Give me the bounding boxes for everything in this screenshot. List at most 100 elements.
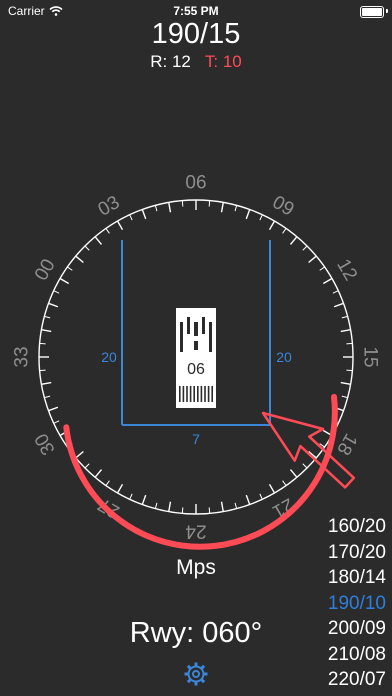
compass-tick [319,266,325,271]
compass-tick [181,200,184,207]
right-distance-label: 20 [276,349,292,365]
compass-tick [53,290,60,294]
compass-tick [39,342,46,345]
compass-label: 24 [185,521,207,542]
bottom-distance-label: 7 [192,431,200,447]
threshold-stripe [200,386,203,402]
threshold-stripe [211,386,213,402]
wind-list-item[interactable]: 180/14 [328,565,386,591]
compass-label: 18 [332,430,361,459]
wind-compass[interactable]: 060912151821242730330003 20 20 7 06 [0,160,392,560]
compass-tick [75,450,84,459]
wind-list-item[interactable]: 200/09 [328,616,386,642]
threshold-stripe [204,386,206,402]
wind-list-item[interactable]: 210/08 [328,642,386,668]
compass-tick [268,483,276,494]
wind-list-item[interactable]: 220/07 [328,667,386,693]
compass-tick [129,214,133,221]
compass-tick [220,202,224,213]
compass-tick [282,228,287,234]
compass-tick [84,245,90,251]
compass-tick [48,406,59,412]
compass-label: 12 [332,256,361,285]
compass-tick [341,395,348,399]
threshold-stripe [186,386,188,402]
compass-label: 00 [31,256,60,285]
compass-tick [259,214,263,221]
compass-tick [116,483,124,494]
compass-label: 30 [31,430,60,459]
compass-tick [154,502,158,509]
compass-tick [208,200,211,207]
compass-tick [340,329,351,333]
compass-tick [181,507,184,514]
compass-tick [168,501,172,512]
compass-tick [129,493,133,500]
compass-tick [39,369,46,372]
compass-label: 33 [12,346,33,367]
compass-tick [168,202,172,213]
compass-tick [289,236,298,245]
compass-tick [234,502,238,509]
compass-tick [94,469,103,478]
compass-tick [234,205,238,212]
compass-tick [48,302,59,308]
wind-list-item[interactable]: 160/20 [328,514,386,540]
compass-tick [245,209,251,220]
compass-label: 03 [95,192,124,221]
threshold-stripe [197,386,199,402]
compass-tick [105,228,110,234]
compass-tick [94,236,103,245]
compass-tick [346,342,353,345]
compass-tick [208,507,211,514]
runway-designator: 06 [187,361,205,378]
compass-tick [105,480,110,486]
threshold-stripe [193,386,195,402]
compass-tick [84,463,90,469]
compass-tick [322,277,333,285]
compass-tick [333,302,344,308]
compass-tick [302,463,308,469]
status-time: 7:55 PM [173,4,219,18]
compass-tick [332,290,339,294]
compass-tick [59,277,70,285]
compass-label: 09 [269,192,298,221]
compass-tick [268,220,276,231]
component-readout: R: 12 T: 10 [0,52,392,72]
compass-tick [302,245,308,251]
wind-list-item[interactable]: 170/20 [328,540,386,566]
compass-label: 15 [360,346,381,367]
compass-tick [116,220,124,231]
threshold-stripe [207,386,210,402]
compass-tick [245,494,251,505]
compass-tick [154,205,158,212]
compass-tick [340,381,351,385]
compass-tick [53,420,60,424]
left-distance-label: 20 [101,349,117,365]
compass-tick [141,494,147,505]
wind-list[interactable]: 160/20 170/20 180/14 190/10 200/09 210/0… [328,514,386,693]
compass-tick [308,255,317,264]
compass-tick [259,493,263,500]
compass-tick [220,501,224,512]
compass-label: 06 [185,173,206,194]
compass-tick [289,469,298,478]
gear-icon[interactable] [183,661,209,687]
compass-tick [44,395,51,399]
compass-tick [67,266,73,271]
runway-strip-icon: 06 [176,308,216,408]
wind-list-item-selected[interactable]: 190/10 [328,591,386,617]
battery-icon [360,6,384,18]
compass-tick [141,209,147,220]
compass-tick [41,381,52,385]
compass-tick [346,369,353,372]
compass-tick [282,480,287,486]
threshold-stripe [189,386,192,402]
compass-tick [44,315,51,319]
compass-tick [75,255,84,264]
current-wind: 190/15 [151,18,241,50]
crosswind-component: R: 12 [150,52,191,71]
compass-tick [41,329,52,333]
tailwind-component: T: 10 [204,52,242,71]
threshold-stripe [182,386,185,402]
